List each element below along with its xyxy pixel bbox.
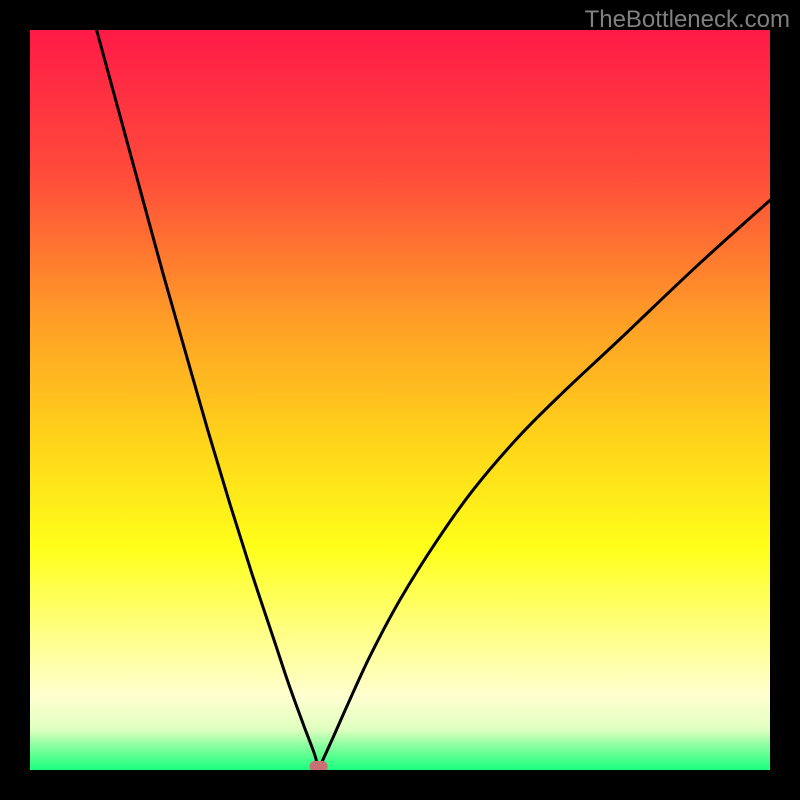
gradient-background (30, 30, 770, 770)
chart-frame (30, 30, 770, 770)
optimum-marker (310, 761, 328, 770)
watermark-text: TheBottleneck.com (585, 6, 790, 34)
bottleneck-chart (30, 30, 770, 770)
